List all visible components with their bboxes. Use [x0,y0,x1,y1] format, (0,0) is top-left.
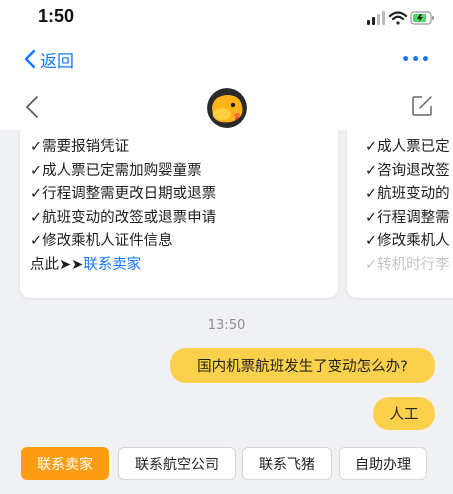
chat-area[interactable]: ✓需要报销凭证 ✓成人票已定需加购婴童票 ✓行程调整需更改日期或退票 ✓航班变动… [0,130,453,444]
mascot-avatar-icon [207,88,247,128]
status-bar: 1:50 [0,0,453,36]
quick-reply-contact-seller[interactable]: 联系卖家 [21,447,109,480]
chat-header [0,84,453,130]
contact-seller-link[interactable]: 联系卖家 [83,257,141,273]
user-message-bubble: 国内机票航班发生了变动怎么办? [170,348,435,383]
nav-bar: 返回 ••• [0,36,453,84]
faq-line[interactable]: ✓修改乘机人 [365,230,450,254]
quick-reply-contact-airline[interactable]: 联系航空公司 [118,447,236,480]
contact-prefix: 点此➤➤ [30,256,84,273]
quick-reply-self-service[interactable]: 自助办理 [339,447,427,480]
faq-line[interactable]: ✓行程调整需 [365,207,450,231]
faq-card[interactable]: ✓需要报销凭证 ✓成人票已定需加购婴童票 ✓行程调整需更改日期或退票 ✓航班变动… [20,130,338,298]
faq-line[interactable]: ✓成人票已定需加购婴童票 [30,160,216,184]
edit-icon[interactable] [410,94,434,118]
quick-reply-contact-fliggy[interactable]: 联系飞猪 [242,447,332,480]
more-button[interactable]: ••• [401,53,431,67]
avatar[interactable] [207,88,247,128]
back-button[interactable]: 返回 [24,46,74,72]
faq-line[interactable]: ✓航班变动的 [365,183,450,207]
faq-line[interactable]: ✓修改乘机人证件信息 [30,230,216,254]
faq-line[interactable]: ✓转机时行李 [365,254,450,278]
quick-reply-bar: 联系卖家 联系航空公司 联系飞猪 自助办理 [0,444,453,494]
user-message-bubble: 人工 [373,397,435,430]
faq-line[interactable]: ✓需要报销凭证 [30,136,216,160]
contact-seller-line: 点此➤➤联系卖家 [30,254,216,278]
back-label: 返回 [40,51,74,72]
signal-icon [367,11,385,25]
status-time: 1:50 [38,6,75,26]
battery-icon [410,11,434,25]
chevron-left-icon [24,49,36,69]
message-timestamp: 13:50 [207,318,246,333]
collapse-left-icon[interactable] [25,95,39,119]
faq-line[interactable]: ✓航班变动的改签或退票申请 [30,207,216,231]
faq-line[interactable]: ✓成人票已定 [365,136,450,160]
faq-line[interactable]: ✓行程调整需更改日期或退票 [30,183,216,207]
faq-line[interactable]: ✓咨询退改签 [365,160,450,184]
wifi-icon [388,11,408,25]
status-icons [367,10,435,26]
faq-card-secondary[interactable]: ✓成人票已定 ✓咨询退改签 ✓航班变动的 ✓行程调整需 ✓修改乘机人 ✓转机时行… [347,130,453,298]
